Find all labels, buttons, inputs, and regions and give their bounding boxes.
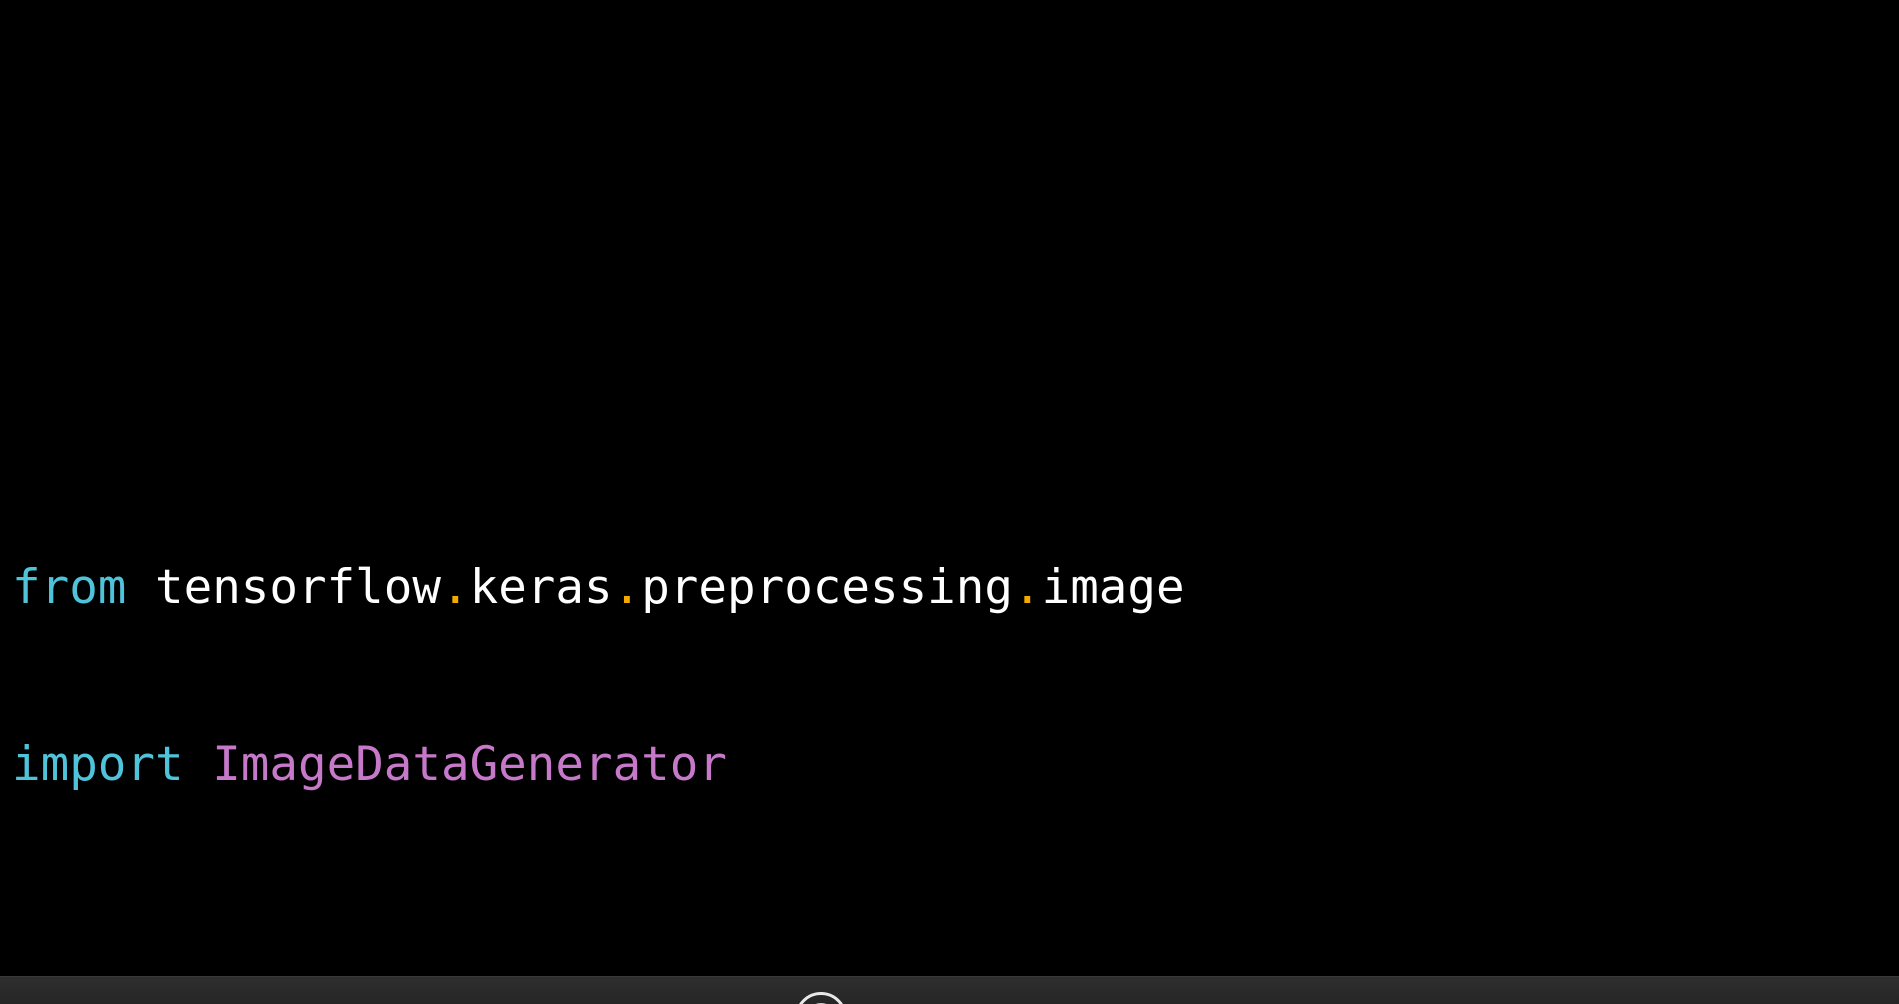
dot-separator: . bbox=[1012, 560, 1042, 615]
code-block: from tensorflow.keras.preprocessing.imag… bbox=[12, 440, 1185, 912]
webcam-icon[interactable] bbox=[795, 992, 847, 1004]
class-name-imagedatagenerator: ImageDataGenerator bbox=[212, 737, 727, 792]
code-slide: from tensorflow.keras.preprocessing.imag… bbox=[0, 0, 1899, 976]
keyword-from: from bbox=[12, 560, 127, 615]
module-name-preprocessing: preprocessing bbox=[641, 560, 1013, 615]
code-line-2: import ImageDataGenerator bbox=[12, 735, 1185, 794]
module-name-keras: keras bbox=[469, 560, 613, 615]
toolbar-divider bbox=[0, 976, 1899, 977]
code-line-1: from tensorflow.keras.preprocessing.imag… bbox=[12, 558, 1185, 617]
bottom-toolbar bbox=[0, 976, 1899, 1004]
dot-separator: . bbox=[612, 560, 642, 615]
dot-separator: . bbox=[440, 560, 470, 615]
keyword-import: import bbox=[12, 737, 184, 792]
module-name-image: image bbox=[1041, 560, 1185, 615]
module-name-tensorflow: tensorflow bbox=[155, 560, 441, 615]
